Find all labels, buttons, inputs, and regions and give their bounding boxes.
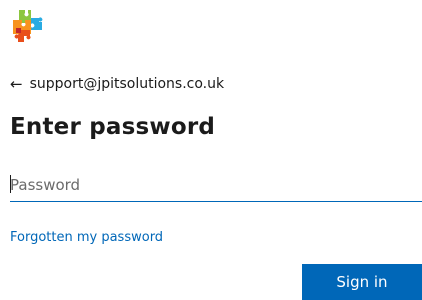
forgot-password-link[interactable]: Forgotten my password — [10, 230, 163, 245]
arrow-left-icon: ← — [10, 74, 23, 93]
password-input[interactable] — [10, 168, 422, 202]
sign-in-button[interactable]: Sign in — [302, 264, 422, 300]
identity-back-link[interactable]: ← support@jpitsolutions.co.uk — [10, 76, 224, 92]
account-email: support@jpitsolutions.co.uk — [29, 76, 225, 92]
page-title: Enter password — [10, 114, 216, 140]
text-caret — [10, 175, 11, 193]
login-page: ← support@jpitsolutions.co.uk Enter pass… — [0, 0, 422, 300]
puzzle-pieces-logo-icon — [10, 8, 44, 44]
